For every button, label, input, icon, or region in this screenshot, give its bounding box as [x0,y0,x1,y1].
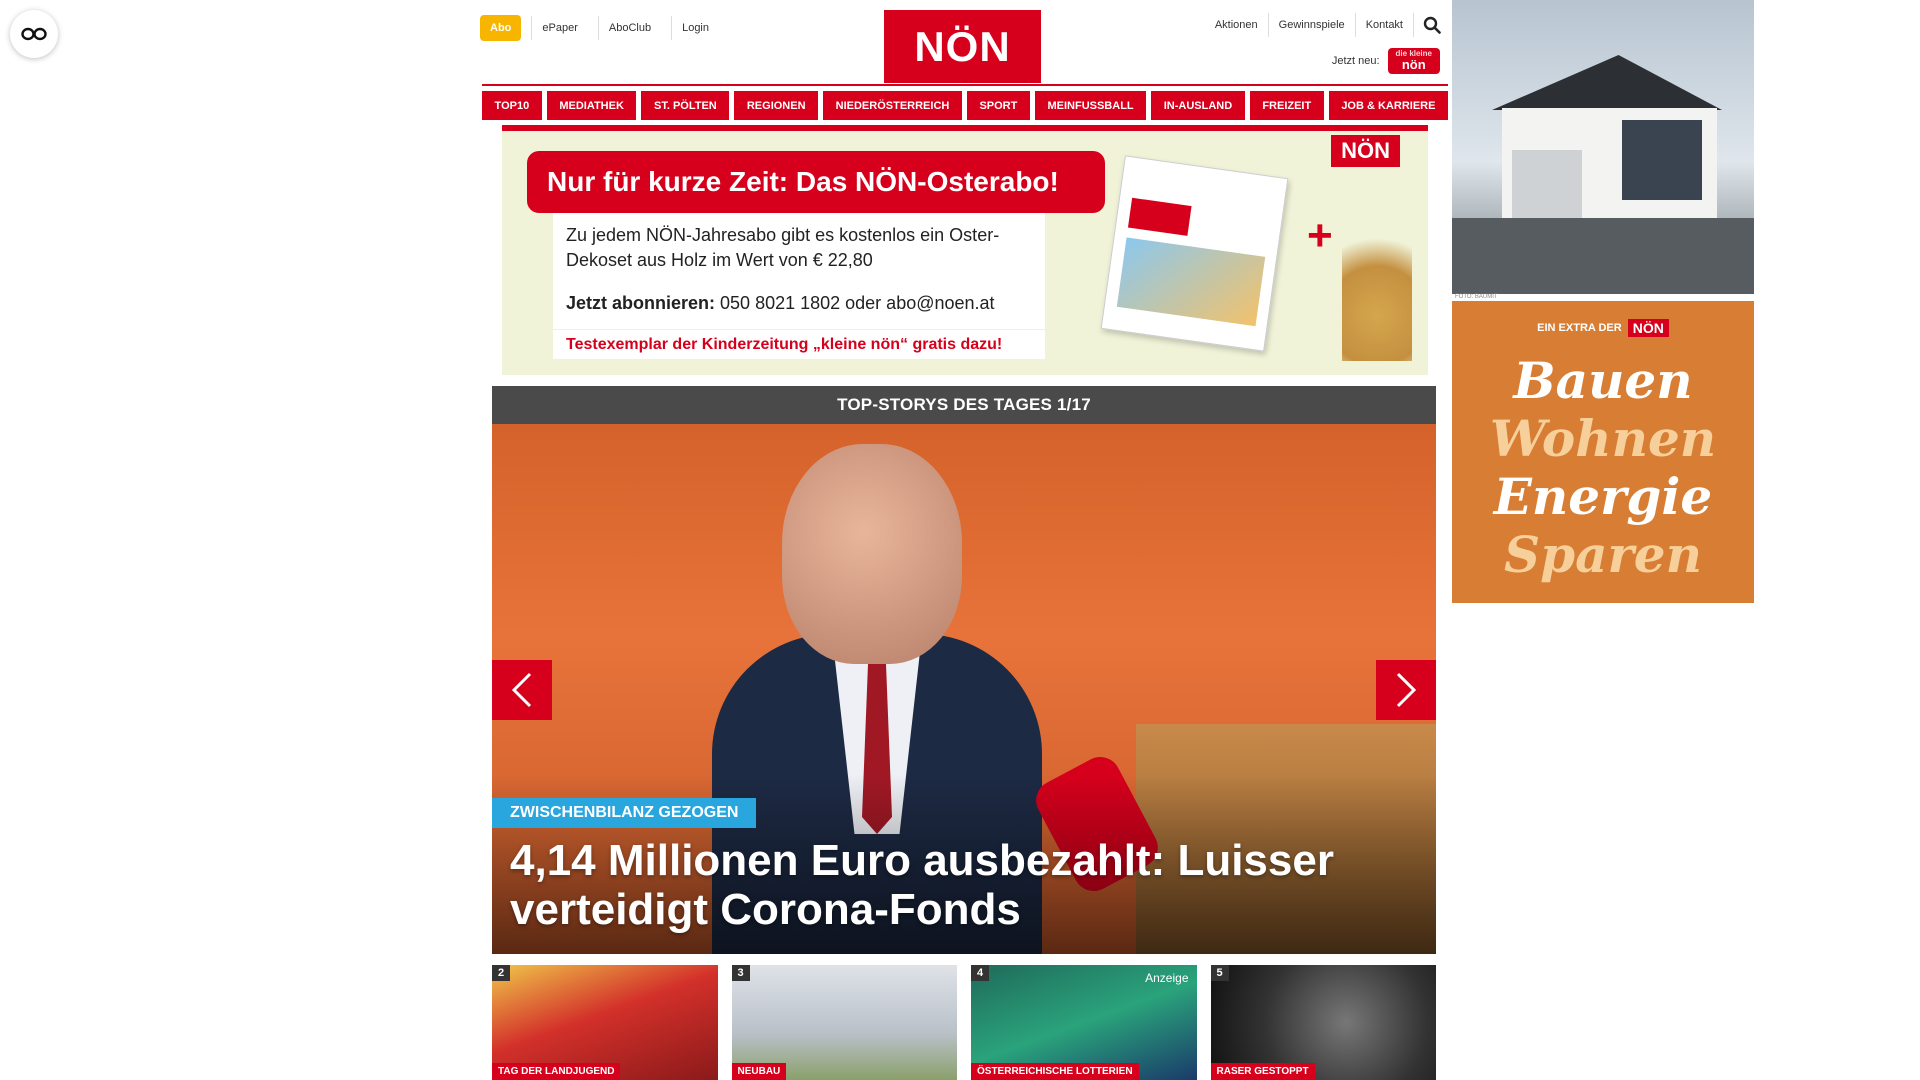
house-ad-credit: FOTO: BAUMIT [1455,294,1498,300]
nav-item-meinfussball[interactable]: MEINFUSSBALL [1034,91,1147,120]
aboclub-link[interactable]: AboClub [597,16,661,40]
story-thumb-5[interactable]: 5 RASER GESTOPPT [1210,965,1436,1080]
thumb-number: 3 [731,965,750,981]
promo-logo: NÖN [1331,135,1400,167]
gewinnspiele-link[interactable]: Gewinnspiele [1269,13,1356,37]
promo-cta-rest: 050 8021 1802 oder abo@noen.at [715,293,995,314]
kleine-noen-logo-text: nön [1401,57,1426,73]
nav-item-freizeit[interactable]: FREIZEIT [1249,91,1324,120]
reader-mode-icon [21,27,47,41]
promo-headline: Nur für kurze Zeit: Das NÖN-Osterabo! [527,151,1105,213]
thumb-category: ÖSTERREICHISCHE LOTTERIEN [971,1063,1139,1080]
chevron-right-icon [1396,672,1417,708]
promo-cta: Jetzt abonnieren: 050 8021 1802 oder abo… [566,291,1032,316]
story-thumb-2[interactable]: 2 TAG DER LANDJUGEND [492,965,718,1080]
top-story-hero[interactable]: ZWISCHENBILANZ GEZOGEN 4,14 Millionen Eu… [492,424,1436,954]
house-ad-image[interactable] [1452,0,1754,294]
top-links: Abo ePaper AboClub Login [480,15,719,41]
carousel-prev-button[interactable] [492,660,552,720]
abo-button[interactable]: Abo [480,15,522,41]
bauen-ad-noen-logo: NÖN [1627,319,1669,337]
jetzt-neu: Jetzt neu: die kleine nön [1331,48,1440,75]
bauen-ad-extra-label: EIN EXTRA DER NÖN [1452,319,1754,337]
story-thumb-4[interactable]: 4 Anzeige ÖSTERREICHISCHE LOTTERIEN [971,965,1197,1080]
promo-easter-bunny-image [1342,211,1412,361]
bauen-wohnen-ad[interactable]: EIN EXTRA DER NÖN Bauen Wohnen Energie S… [1452,301,1754,603]
search-icon [1423,16,1441,34]
promo-body-text: Zu jedem NÖN-Jahresabo gibt es kostenlos… [566,225,1000,271]
reader-mode-button[interactable] [10,10,58,58]
bauen-ad-word-wohnen: Wohnen [1489,409,1717,468]
bauen-ad-word-bauen: Bauen [1513,351,1693,410]
nav-item-top10[interactable]: TOP10 [482,91,542,120]
carousel-next-button[interactable] [1376,660,1436,720]
site-logo[interactable]: NÖN [884,10,1041,83]
promo-plus-sign: + [1307,211,1333,260]
page: Abo ePaper AboClub Login NÖN Aktionen Ge… [0,0,1920,1080]
bauen-ad-word-sparen: Sparen [1504,525,1702,584]
bauen-ad-extra-text: EIN EXTRA DER [1537,322,1622,334]
chevron-left-icon [511,672,532,708]
nav-item-regionen[interactable]: REGIONEN [734,91,819,120]
hero-story-tag: ZWISCHENBILANZ GEZOGEN [492,798,757,828]
search-button[interactable] [1418,12,1446,38]
promo-footer: Testexemplar der Kinderzeitung „kleine n… [553,329,1045,359]
thumb-category: RASER GESTOPPT [1210,1063,1315,1080]
bauen-ad-word-energie: Energie [1493,467,1713,526]
promo-newspapers-image [1100,155,1289,352]
nav-item-job-karriere[interactable]: JOB & KARRIERE [1328,91,1448,120]
thumb-category: NEUBAU [731,1063,787,1080]
thumb-number: 4 [971,965,990,981]
thumb-number: 2 [492,965,511,981]
story-thumb-3[interactable]: 3 NEUBAU [731,965,957,1080]
epaper-link[interactable]: ePaper [531,16,587,40]
aktionen-link[interactable]: Aktionen [1205,13,1269,37]
story-thumbnails: 2 TAG DER LANDJUGEND 3 NEUBAU 4 Anzeige … [492,965,1436,1080]
hero-story-title[interactable]: 4,14 Millionen Euro ausbezahlt: Luisser … [510,836,1410,935]
thumb-ad-label: Anzeige [1145,971,1189,985]
top-stories-bar: TOP-STORYS DES TAGES 1/17 [492,386,1436,424]
header-divider [482,84,1448,86]
right-links: Aktionen Gewinnspiele Kontakt [1205,12,1446,38]
nav-item-sport[interactable]: SPORT [966,91,1030,120]
main-nav: TOP10 MEDIATHEK ST. PÖLTEN REGIONEN NIED… [482,91,1448,120]
nav-item-mediathek[interactable]: MEDIATHEK [546,91,637,120]
site-header: Abo ePaper AboClub Login NÖN Aktionen Ge… [480,10,1446,85]
osterabo-promo-banner[interactable]: Nur für kurze Zeit: Das NÖN-Osterabo! Zu… [502,125,1428,375]
promo-cta-bold: Jetzt abonnieren: [566,293,716,314]
nav-item-st-poelten[interactable]: ST. PÖLTEN [641,91,730,120]
nav-item-in-ausland[interactable]: IN-AUSLAND [1151,91,1245,120]
kleine-noen-logo[interactable]: die kleine nön [1387,48,1440,75]
thumb-category: TAG DER LANDJUGEND [492,1063,621,1080]
jetzt-neu-label: Jetzt neu: [1331,55,1380,68]
thumb-number: 5 [1210,965,1229,981]
login-link[interactable]: Login [671,16,719,40]
kontakt-link[interactable]: Kontakt [1356,13,1414,37]
nav-item-niederoesterreich[interactable]: NIEDERÖSTERREICH [823,91,962,120]
